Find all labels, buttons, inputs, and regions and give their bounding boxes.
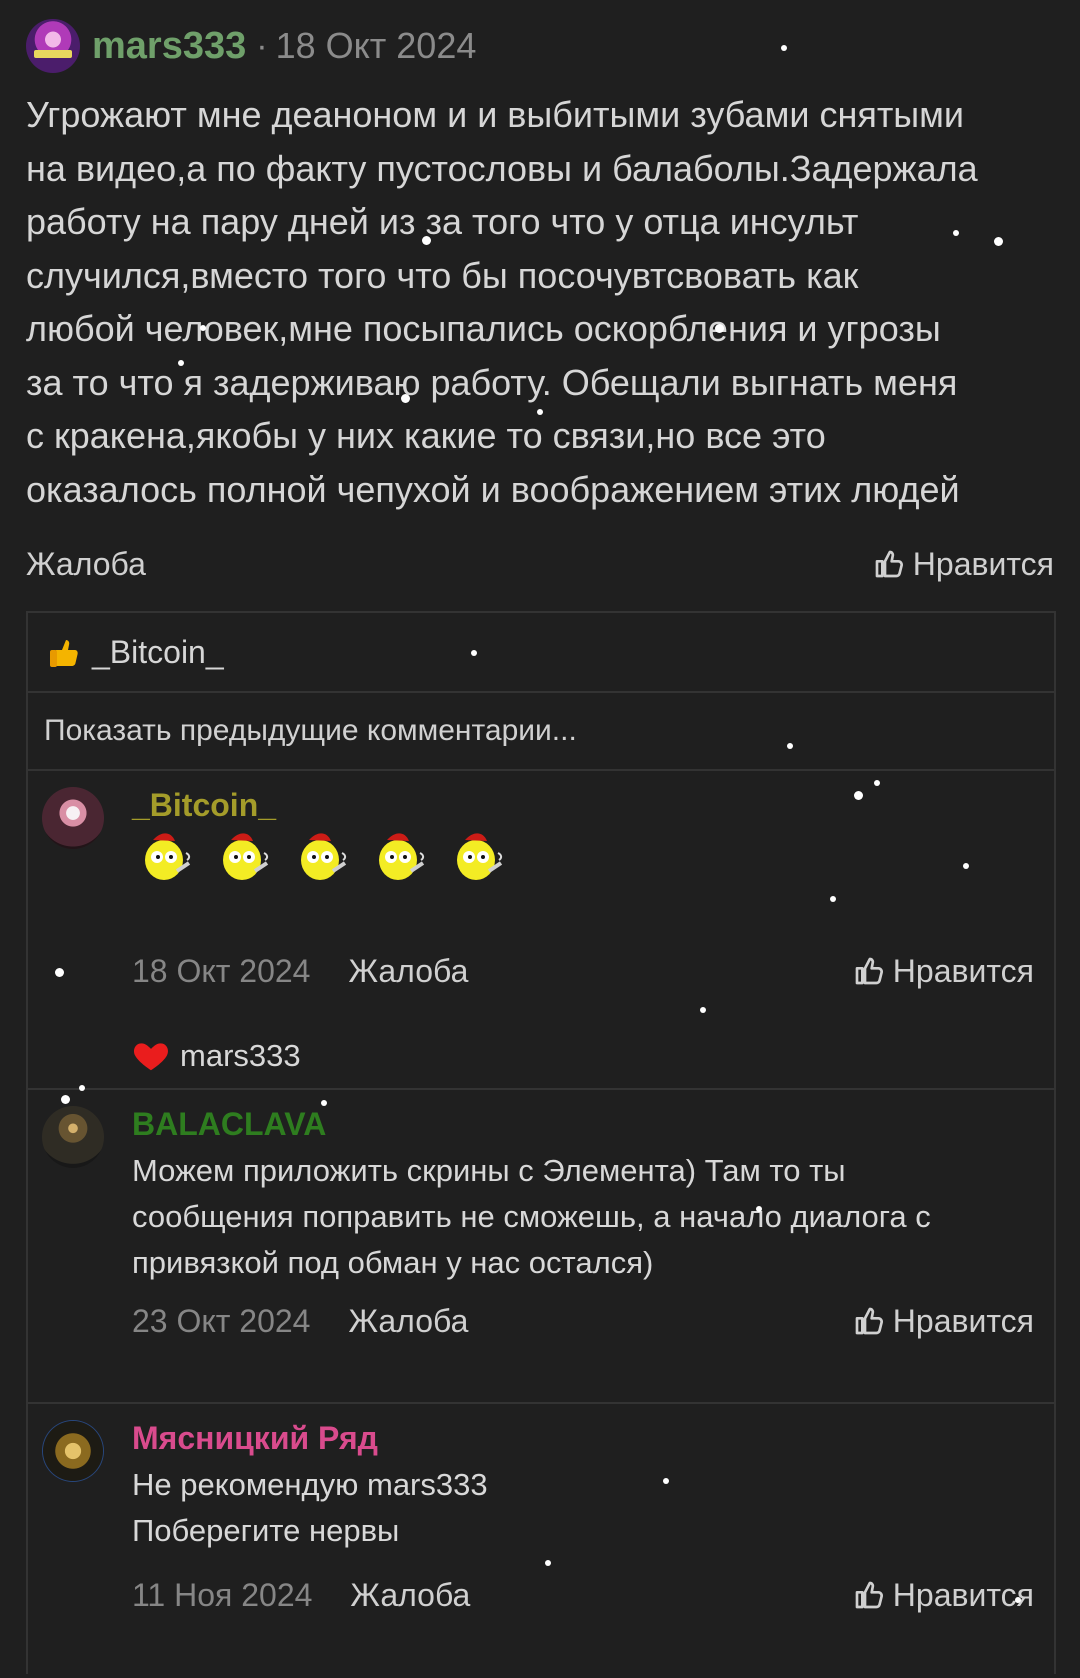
comments-panel: _Bitcoin_ Показать предыдущие комментари… <box>26 611 1056 1674</box>
emoji-row <box>136 825 510 889</box>
comment-item: BALACLAVA Можем приложить скрины с Элеме… <box>28 1088 1054 1404</box>
myasnitsky-ryad-avatar[interactable] <box>42 1420 104 1482</box>
post-report-button[interactable]: Жалоба <box>26 546 146 583</box>
post-header: mars333 · 18 Окт 2024 <box>26 18 476 74</box>
show-previous-comments-button[interactable]: Показать предыдущие комментарии... <box>28 691 1054 769</box>
comment-item: Мясницкий Ряд Не рекомендую mars333 Побе… <box>28 1402 1054 1678</box>
balaclava-avatar[interactable] <box>42 1106 104 1168</box>
comment-date: 23 Окт 2024 <box>132 1302 311 1339</box>
comment-author-name[interactable]: BALACLAVA <box>132 1106 326 1143</box>
comment-liked-by-name[interactable]: mars333 <box>180 1038 301 1074</box>
smoking-smiley-icon <box>223 833 269 880</box>
thumbs-up-outline-icon <box>875 550 903 578</box>
snowflake-dot <box>781 45 787 51</box>
comment-meta-row: 23 Окт 2024 Жалоба Нравится <box>132 1298 1034 1344</box>
comment-meta-row: 18 Окт 2024 Жалоба Нравится <box>132 948 1034 994</box>
comment-report-button[interactable]: Жалоба <box>348 953 468 990</box>
likes-row: _Bitcoin_ <box>28 613 1054 691</box>
comment-like-button[interactable]: Нравится <box>853 1577 1034 1614</box>
comment-like-label: Нравится <box>892 1302 1034 1339</box>
comment-like-label: Нравится <box>892 952 1034 989</box>
comment-liked-by: mars333 <box>132 1035 301 1077</box>
smoking-smiley-icon <box>379 833 425 880</box>
comment-text: Можем приложить скрины с Элемента) Там т… <box>132 1153 931 1280</box>
post-author-avatar[interactable] <box>26 19 80 73</box>
liked-by-name[interactable]: _Bitcoin_ <box>92 634 224 671</box>
post-date: 18 Окт 2024 <box>275 25 477 66</box>
comment-meta-row: 11 Ноя 2024 Жалоба Нравится <box>132 1572 1034 1618</box>
comment-report-button[interactable]: Жалоба <box>348 1303 468 1340</box>
comment-date: 11 Ноя 2024 <box>132 1576 313 1613</box>
thumbs-up-emoji-icon <box>50 640 78 667</box>
comment-text: Не рекомендую mars333 Поберегите нервы <box>132 1467 488 1548</box>
comment-like-button[interactable]: Нравится <box>853 953 1034 990</box>
comment-author-name[interactable]: _Bitcoin_ <box>132 787 276 824</box>
smoking-smiley-icon <box>301 833 347 880</box>
thumbs-up-outline-icon <box>855 1581 883 1609</box>
duracell-magic-avatar[interactable] <box>42 787 104 849</box>
comment-date: 18 Окт 2024 <box>132 952 311 989</box>
comment-like-button[interactable]: Нравится <box>853 1303 1034 1340</box>
smoking-smiley-icon <box>145 833 191 880</box>
post-action-row: Жалоба Нравится <box>26 538 1054 590</box>
comment-author-name[interactable]: Мясницкий Ряд <box>132 1420 378 1457</box>
post-author-name[interactable]: mars333 <box>92 25 246 68</box>
post-meta-separator: · <box>256 26 268 65</box>
smoking-smiley-icon <box>457 833 503 880</box>
comment-like-label: Нравится <box>892 1576 1034 1613</box>
heart-icon <box>133 1043 169 1071</box>
thumbs-up-outline-icon <box>855 957 883 985</box>
post-like-button[interactable]: Нравится <box>873 546 1054 583</box>
thumbs-up-outline-icon <box>855 1307 883 1335</box>
comment-report-button[interactable]: Жалоба <box>350 1577 470 1614</box>
post-body-text: Угрожают мне деаноном и и выбитыми зубам… <box>26 94 978 510</box>
comment-item: _Bitcoin_ 18 Окт 2024 Жалоба Нравится ma… <box>28 769 1054 1090</box>
post-like-label: Нравится <box>912 545 1054 582</box>
